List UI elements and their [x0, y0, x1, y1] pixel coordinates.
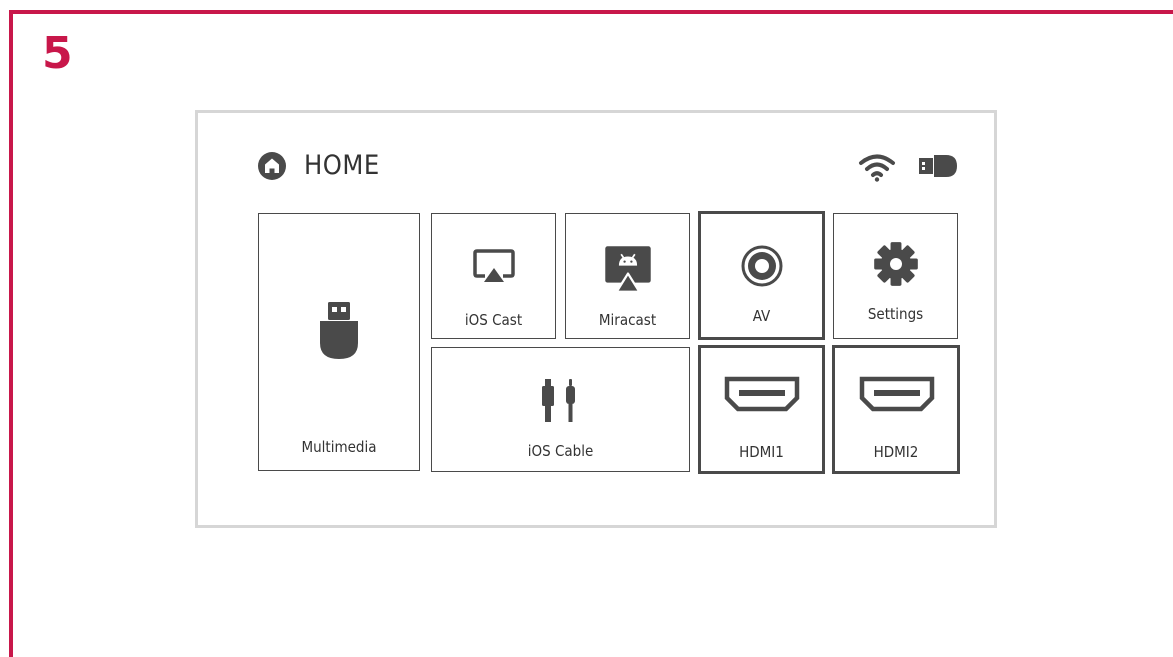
frame-left-border [9, 10, 13, 657]
tile-label: HDMI1 [739, 443, 784, 461]
tile-av[interactable]: AV [698, 211, 825, 340]
hdmi-port-icon [859, 376, 935, 412]
tile-hdmi2[interactable]: HDMI2 [832, 345, 960, 474]
hdmi-port-icon [724, 376, 800, 412]
lightning-cable-icon [542, 379, 575, 422]
tile-label: Multimedia [301, 438, 377, 456]
android-cast-icon [605, 246, 651, 293]
home-icon [258, 152, 286, 180]
av-jack-icon [741, 245, 783, 287]
instruction-page: 5 HOME Multimedia iOS Cast Miracast AV S… [0, 0, 1173, 657]
tile-miracast[interactable]: Miracast [565, 213, 690, 339]
tile-ios-cast[interactable]: iOS Cast [431, 213, 556, 339]
tile-label: AV [752, 307, 771, 325]
gear-icon [874, 242, 918, 286]
step-number: 5 [42, 28, 73, 79]
page-title: HOME [304, 150, 380, 181]
tile-label: Miracast [598, 311, 657, 329]
airplay-icon [473, 249, 515, 282]
tile-hdmi1[interactable]: HDMI1 [698, 345, 825, 474]
frame-top-border [9, 10, 1173, 14]
wifi-icon [859, 154, 895, 182]
tile-label: iOS Cable [527, 442, 594, 460]
tile-label: Settings [867, 305, 924, 323]
usb-drive-icon [919, 155, 957, 177]
tile-settings[interactable]: Settings [833, 213, 958, 339]
tile-label: HDMI2 [873, 443, 919, 461]
usb-drive-icon [320, 302, 358, 359]
tile-ios-cable[interactable]: iOS Cable [431, 347, 690, 472]
tile-multimedia[interactable]: Multimedia [258, 213, 420, 471]
tile-label: iOS Cast [464, 311, 523, 329]
